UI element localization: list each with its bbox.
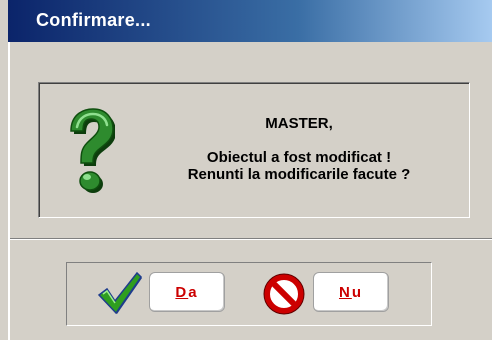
window-frame-edge: [8, 42, 10, 340]
message-heading: MASTER,: [265, 115, 333, 132]
separator: [10, 238, 492, 240]
yes-button-label: a: [188, 283, 199, 301]
no-button-mnemonic: N: [338, 283, 352, 301]
message-panel: MASTER, Obiectul a fost modificat ! Renu…: [38, 82, 470, 218]
checkmark-icon: [97, 271, 142, 315]
no-button-label: u: [351, 283, 363, 301]
title-bar[interactable]: Confirmare...: [8, 0, 492, 42]
yes-button-mnemonic: D: [175, 283, 189, 301]
yes-button[interactable]: Da: [149, 272, 225, 312]
window-title: Confirmare...: [36, 10, 151, 30]
message-line-2: Renunti la modificarile facute ?: [187, 166, 411, 183]
question-icon: [70, 108, 115, 193]
message-line-1: Obiectul a fost modificat !: [206, 149, 392, 166]
confirm-dialog: Confirmare... MASTER, Obiectul a fost mo…: [0, 0, 492, 340]
no-button[interactable]: Nu: [313, 272, 389, 312]
button-panel: Da Nu: [66, 262, 432, 326]
no-entry-icon: [263, 273, 305, 315]
